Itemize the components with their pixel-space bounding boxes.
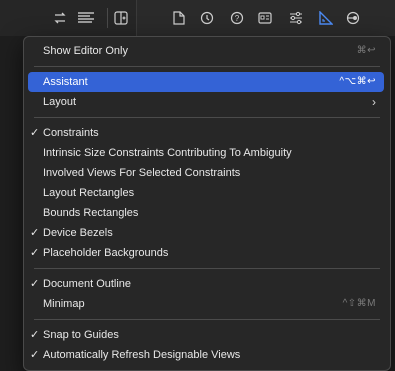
chevron-right-icon: ›	[372, 95, 376, 109]
file-inspector-icon[interactable]	[171, 10, 187, 26]
help-icon[interactable]: ?	[229, 10, 245, 26]
menu-item-label: Snap to Guides	[43, 329, 119, 341]
menu-item-involved-views[interactable]: Involved Views For Selected Constraints	[28, 163, 384, 183]
menu-item-shortcut: ^⇧⌘M	[342, 298, 376, 309]
editor-options-menu: Show Editor Only ⌘↩ Assistant ^⌥⌘↩ Layou…	[23, 36, 391, 371]
menu-item-show-editor-only[interactable]: Show Editor Only ⌘↩	[28, 41, 384, 61]
menu-item-label: Placeholder Backgrounds	[43, 247, 169, 259]
checkmark-icon: ✓	[30, 247, 40, 259]
menu-separator	[34, 268, 380, 269]
menu-separator	[34, 117, 380, 118]
menu-item-placeholder-backgrounds[interactable]: ✓ Placeholder Backgrounds	[28, 243, 384, 263]
toolbar-divider	[107, 8, 108, 28]
menu-item-label: Involved Views For Selected Constraints	[43, 167, 241, 179]
menu-item-device-bezels[interactable]: ✓ Device Bezels	[28, 223, 384, 243]
menu-item-intrinsic-size-constraints[interactable]: Intrinsic Size Constraints Contributing …	[28, 143, 384, 163]
inspector-bar: ?	[136, 0, 395, 36]
menu-item-label: Assistant	[43, 76, 88, 88]
menu-item-label: Minimap	[43, 298, 85, 310]
menu-item-layout[interactable]: Layout ›	[28, 92, 384, 112]
menu-item-label: Constraints	[43, 127, 99, 139]
menu-item-snap-to-guides[interactable]: ✓ Snap to Guides	[28, 325, 384, 345]
svg-text:?: ?	[235, 14, 240, 23]
checkmark-icon: ✓	[30, 227, 40, 239]
menu-item-label: Intrinsic Size Constraints Contributing …	[43, 147, 292, 159]
menu-item-label: Layout	[43, 96, 77, 108]
menu-item-label: Device Bezels	[43, 227, 113, 239]
checkmark-icon: ✓	[30, 329, 40, 341]
menu-item-label: Automatically Refresh Designable Views	[43, 349, 241, 361]
menu-separator	[34, 319, 380, 320]
menu-item-auto-refresh-designable-views[interactable]: ✓ Automatically Refresh Designable Views	[28, 345, 384, 365]
menu-item-label: Layout Rectangles	[43, 187, 135, 199]
attributes-icon[interactable]	[288, 10, 304, 26]
menu-item-label: Show Editor Only	[43, 45, 128, 57]
menu-item-label: Document Outline	[43, 278, 132, 290]
editor-toolbar: ?	[0, 0, 395, 36]
menu-item-document-outline[interactable]: ✓ Document Outline	[28, 274, 384, 294]
editor-lines-icon[interactable]	[76, 10, 96, 26]
checkmark-icon: ✓	[30, 278, 40, 290]
menu-item-layout-rectangles[interactable]: Layout Rectangles	[28, 183, 384, 203]
connections-icon[interactable]	[345, 10, 361, 26]
checkmark-icon: ✓	[30, 127, 40, 139]
menu-item-bounds-rectangles[interactable]: Bounds Rectangles	[28, 203, 384, 223]
history-icon[interactable]	[199, 10, 215, 26]
menu-item-minimap[interactable]: Minimap ^⇧⌘M	[28, 294, 384, 314]
menu-item-label: Bounds Rectangles	[43, 207, 139, 219]
menu-item-shortcut: ^⌥⌘↩	[339, 76, 376, 87]
swap-arrows-icon[interactable]	[52, 10, 68, 26]
checkmark-icon: ✓	[30, 349, 40, 361]
identity-icon[interactable]	[257, 10, 273, 26]
menu-separator	[34, 66, 380, 67]
size-ruler-icon[interactable]	[318, 10, 334, 26]
add-editor-icon[interactable]	[113, 10, 129, 26]
menu-item-shortcut: ⌘↩	[356, 45, 376, 56]
menu-item-assistant[interactable]: Assistant ^⌥⌘↩	[28, 72, 384, 92]
menu-item-constraints[interactable]: ✓ Constraints	[28, 123, 384, 143]
